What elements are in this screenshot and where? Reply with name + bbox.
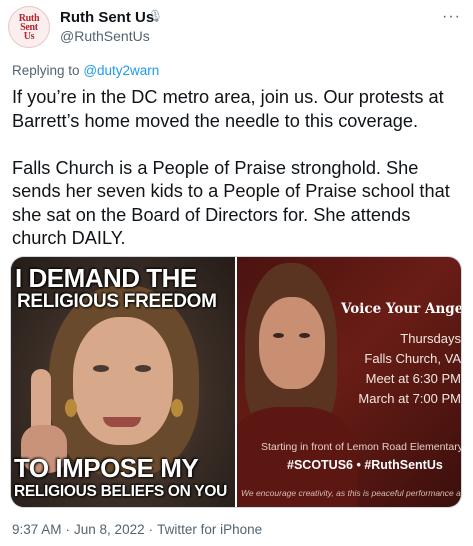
avatar[interactable]: Ruth Sent Us <box>8 6 50 48</box>
replying-to-handle-link[interactable]: @duty2warn <box>83 63 159 78</box>
flyer-eye <box>299 333 310 338</box>
meme-caption-top-1: I DEMAND THE <box>15 263 197 293</box>
meme-image[interactable]: I DEMAND THE RELIGIOUS FREEDOM TO IMPOSE… <box>11 257 235 507</box>
meme-earring <box>171 399 183 417</box>
tweet-text: If you’re in the DC metro area, join us.… <box>12 86 467 251</box>
meme-eye <box>135 365 151 372</box>
more-options-icon[interactable]: ··· <box>442 8 461 26</box>
tweet-date[interactable]: Jun 8, 2022 <box>74 522 145 537</box>
flyer-hashtags: #SCOTUS6 • #RuthSentUs <box>287 458 443 472</box>
tweet-source: Twitter for iPhone <box>157 522 263 537</box>
meme-caption-bottom-1: TO IMPOSE MY <box>14 453 199 483</box>
tweet-media: I DEMAND THE RELIGIOUS FREEDOM TO IMPOSE… <box>10 256 462 508</box>
tweet-time[interactable]: 9:37 AM <box>12 522 62 537</box>
meme-caption-bottom-2: RELIGIOUS BELIEFS ON YOU <box>14 483 227 500</box>
tweet-paragraph: Falls Church is a People of Praise stron… <box>12 157 450 249</box>
meme-earring <box>65 399 77 417</box>
flyer-footnote: We encourage creativity, as this is peac… <box>241 488 461 498</box>
replying-to-label: Replying to <box>12 63 80 78</box>
meme-caption-top-2: RELIGIOUS FREEDOM <box>17 291 217 312</box>
meme-eye <box>93 365 109 372</box>
author-display-name[interactable]: Ruth Sent Us <box>60 9 154 26</box>
flyer-starting-location: Starting in front of Lemon Road Elementa… <box>261 441 461 453</box>
tweet-header: Ruth Sent Us Ruth Sent Us 🎙 @RuthSentUs … <box>8 6 465 48</box>
flyer-line: March at 7:00 PM <box>358 391 461 406</box>
separator: · <box>148 522 154 537</box>
flyer-eye <box>273 333 284 338</box>
tweet-timestamp: 9:37 AM · Jun 8, 2022 · Twitter for iPhone <box>12 522 262 537</box>
separator: · <box>65 522 71 537</box>
flyer-line: Falls Church, VA <box>364 351 461 366</box>
flyer-line: Meet at 6:30 PM <box>365 371 461 386</box>
replying-to: Replying to @duty2warn <box>12 63 159 78</box>
tweet-paragraph: If you’re in the DC metro area, join us.… <box>12 87 444 131</box>
flyer-image[interactable]: Voice Your Anger Thursdays Falls Church,… <box>237 257 461 507</box>
flyer-title: Voice Your Anger <box>341 301 461 317</box>
avatar-text-line-3: Us <box>23 30 35 42</box>
microphone-icon: 🎙 <box>148 9 164 23</box>
flyer-face <box>259 297 325 389</box>
meme-mouth <box>103 417 141 427</box>
author-handle[interactable]: @RuthSentUs <box>60 28 150 44</box>
flyer-line: Thursdays <box>400 331 461 346</box>
